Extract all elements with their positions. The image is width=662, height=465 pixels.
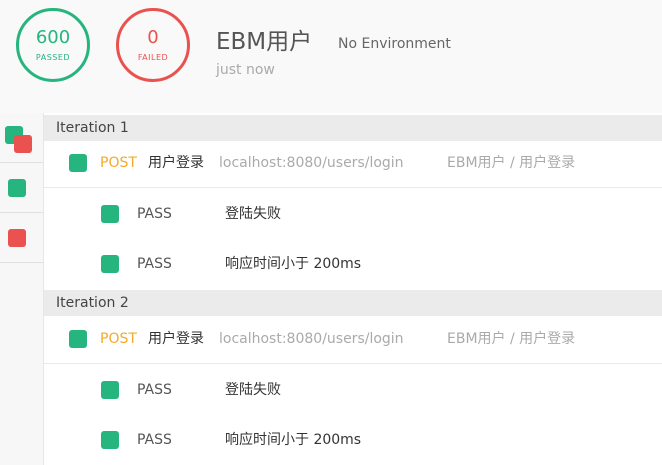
run-summary-header: 600 PASSED 0 FAILED EBM用户 No Environment… (0, 0, 662, 113)
test-name: 登陆失败 (225, 206, 281, 222)
request-row[interactable]: POST 用户登录 localhost:8080/users/login EBM… (44, 314, 662, 364)
results-list: Iteration 1 POST 用户登录 localhost:8080/use… (44, 113, 662, 465)
test-status: PASS (137, 206, 172, 222)
filter-failed-button[interactable] (0, 213, 43, 263)
test-status: PASS (137, 432, 172, 448)
iteration-header: Iteration 2 (44, 290, 662, 316)
run-timestamp: just now (216, 62, 275, 78)
passed-count-badge: 600 PASSED (16, 8, 90, 82)
request-name: 用户登录 (148, 155, 204, 171)
test-pass-icon (101, 255, 119, 273)
request-url: localhost:8080/users/login (219, 331, 404, 347)
test-name: 响应时间小于 200ms (225, 256, 362, 272)
request-path: EBM用户 / 用户登录 (447, 155, 576, 171)
test-status: PASS (137, 256, 172, 272)
test-name: 登陆失败 (225, 382, 281, 398)
test-row: PASS 响应时间小于 200ms (44, 415, 662, 465)
passed-square-icon (8, 179, 26, 197)
request-status-icon (69, 330, 87, 348)
request-method: POST (100, 155, 137, 171)
passed-label: PASSED (35, 53, 71, 62)
test-row: PASS 登陆失败 (44, 189, 662, 239)
all-red-square-icon (14, 135, 32, 153)
request-path: EBM用户 / 用户登录 (447, 331, 576, 347)
test-row: PASS 响应时间小于 200ms (44, 239, 662, 289)
results-filter-sidebar (0, 113, 44, 465)
collection-title: EBM用户 (216, 29, 313, 55)
test-pass-icon (101, 381, 119, 399)
request-name: 用户登录 (148, 331, 204, 347)
environment-name: No Environment (338, 36, 451, 52)
test-pass-icon (101, 431, 119, 449)
failed-label: FAILED (137, 53, 169, 62)
test-row: PASS 登陆失败 (44, 365, 662, 415)
request-url: localhost:8080/users/login (219, 155, 404, 171)
filter-all-button[interactable] (0, 113, 43, 163)
request-row[interactable]: POST 用户登录 localhost:8080/users/login EBM… (44, 138, 662, 188)
test-status: PASS (137, 382, 172, 398)
passed-count: 600 (35, 27, 71, 48)
failed-count: 0 (147, 27, 159, 48)
request-status-icon (69, 154, 87, 172)
request-method: POST (100, 331, 137, 347)
failed-square-icon (8, 229, 26, 247)
failed-count-badge: 0 FAILED (116, 8, 190, 82)
test-name: 响应时间小于 200ms (225, 432, 362, 448)
filter-passed-button[interactable] (0, 163, 43, 213)
test-pass-icon (101, 205, 119, 223)
